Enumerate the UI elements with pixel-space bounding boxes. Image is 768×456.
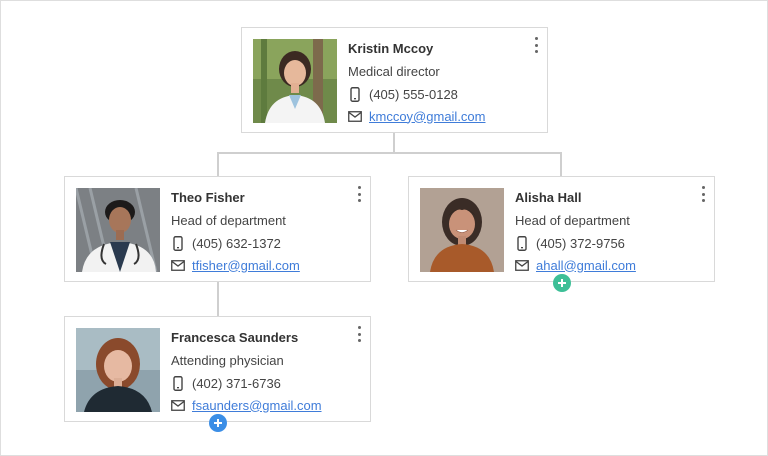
phone-number: (405) 632-1372	[192, 235, 281, 251]
more-vertical-icon[interactable]	[700, 186, 706, 202]
phone-row: (405) 632-1372	[171, 235, 300, 251]
envelope-icon	[171, 397, 185, 413]
phone-number: (405) 555-0128	[369, 86, 458, 102]
phone-row: (405) 555-0128	[348, 86, 486, 102]
phone-row: (405) 372-9756	[515, 235, 636, 251]
avatar	[420, 188, 504, 272]
email-row: ahall@gmail.com	[515, 257, 636, 273]
employee-name: Theo Fisher	[171, 190, 245, 205]
employee-name: Francesca Saunders	[171, 330, 299, 345]
email-link[interactable]: tfisher@gmail.com	[192, 258, 300, 273]
employee-card-theo-fisher[interactable]: Theo Fisher Head of department (405) 632…	[64, 176, 371, 282]
connector-line	[217, 152, 219, 177]
envelope-icon	[348, 108, 362, 124]
employee-card-francesca-saunders[interactable]: Francesca Saunders Attending physician (…	[64, 316, 371, 422]
employee-card-kristin-mccoy[interactable]: Kristin Mccoy Medical director (405) 555…	[241, 27, 548, 133]
mobile-phone-icon	[515, 235, 529, 251]
envelope-icon	[171, 257, 185, 273]
employee-title: Attending physician	[171, 353, 284, 368]
org-chart-canvas: Kristin Mccoy Medical director (405) 555…	[0, 0, 768, 456]
employee-title: Head of department	[171, 213, 286, 228]
more-vertical-icon[interactable]	[356, 326, 362, 342]
more-vertical-icon[interactable]	[356, 186, 362, 202]
employee-title: Medical director	[348, 64, 440, 79]
mobile-phone-icon	[348, 86, 362, 102]
connector-line	[217, 152, 562, 154]
connector-line	[217, 282, 219, 316]
card-info: Alisha Hall Head of department (405) 372…	[515, 190, 636, 273]
avatar	[253, 39, 337, 123]
add-child-button[interactable]	[209, 414, 227, 432]
card-info: Theo Fisher Head of department (405) 632…	[171, 190, 300, 273]
employee-title: Head of department	[515, 213, 630, 228]
email-link[interactable]: kmccoy@gmail.com	[369, 109, 486, 124]
employee-name: Kristin Mccoy	[348, 41, 434, 56]
employee-card-alisha-hall[interactable]: Alisha Hall Head of department (405) 372…	[408, 176, 715, 282]
email-row: tfisher@gmail.com	[171, 257, 300, 273]
phone-row: (402) 371-6736	[171, 375, 322, 391]
add-child-button[interactable]	[553, 274, 571, 292]
card-info: Francesca Saunders Attending physician (…	[171, 330, 322, 413]
email-row: kmccoy@gmail.com	[348, 108, 486, 124]
connector-line	[560, 152, 562, 177]
email-link[interactable]: fsaunders@gmail.com	[192, 398, 322, 413]
plus-icon	[558, 279, 566, 287]
email-link[interactable]: ahall@gmail.com	[536, 258, 636, 273]
connector-line	[393, 133, 395, 153]
avatar	[76, 328, 160, 412]
envelope-icon	[515, 257, 529, 273]
phone-number: (402) 371-6736	[192, 375, 281, 391]
phone-number: (405) 372-9756	[536, 235, 625, 251]
mobile-phone-icon	[171, 375, 185, 391]
avatar	[76, 188, 160, 272]
email-row: fsaunders@gmail.com	[171, 397, 322, 413]
mobile-phone-icon	[171, 235, 185, 251]
more-vertical-icon[interactable]	[533, 37, 539, 53]
plus-icon	[214, 419, 222, 427]
card-info: Kristin Mccoy Medical director (405) 555…	[348, 41, 486, 124]
employee-name: Alisha Hall	[515, 190, 582, 205]
